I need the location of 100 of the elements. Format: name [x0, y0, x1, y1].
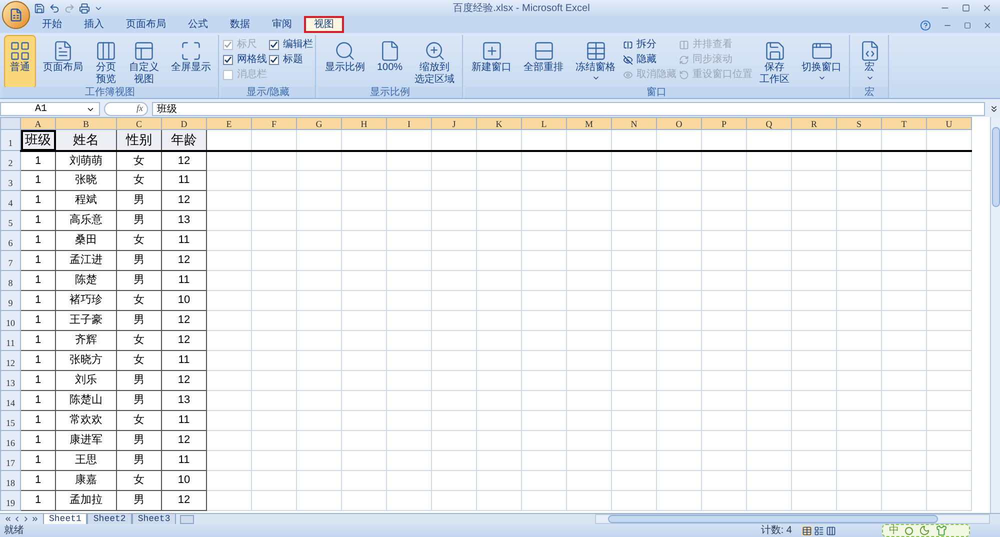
- ribbon-tab[interactable]: 开始: [32, 16, 72, 33]
- save-icon: [764, 40, 786, 62]
- checkbox[interactable]: [269, 55, 279, 65]
- first-sheet-icon[interactable]: [4, 515, 12, 523]
- row-header[interactable]: 4: [0, 190, 20, 210]
- table-cell: 桑田: [56, 230, 116, 250]
- ribbon-button[interactable]: 全屏显示: [166, 35, 216, 89]
- ribbon-button[interactable]: 保存 工作区: [754, 35, 795, 89]
- sheet-tab[interactable]: Sheet1: [43, 514, 88, 524]
- column-header[interactable]: I: [386, 118, 432, 130]
- sheet-tab[interactable]: Sheet3: [132, 514, 176, 524]
- column-header[interactable]: E: [206, 118, 252, 130]
- vertical-scrollbar[interactable]: [990, 117, 1000, 513]
- row-header[interactable]: 18: [0, 470, 20, 490]
- column-header[interactable]: J: [432, 118, 476, 130]
- ribbon-small-button[interactable]: 拆分: [622, 39, 677, 51]
- table-cell: 女: [116, 410, 162, 430]
- windows-icon: [810, 40, 833, 62]
- row-header[interactable]: 10: [0, 310, 20, 330]
- column-header[interactable]: P: [702, 118, 746, 130]
- moon-icon[interactable]: [919, 525, 930, 536]
- row-header[interactable]: 19: [0, 490, 20, 510]
- ribbon-button[interactable]: 新建窗口: [466, 35, 517, 89]
- column-header[interactable]: D: [162, 118, 206, 130]
- horizontal-scrollbar[interactable]: [595, 514, 990, 524]
- column-header[interactable]: S: [836, 118, 882, 130]
- column-header[interactable]: B: [56, 118, 116, 130]
- checkbox[interactable]: [269, 40, 279, 50]
- row-header[interactable]: 7: [0, 250, 20, 270]
- ribbon-tab[interactable]: 审阅: [262, 16, 302, 33]
- row-header[interactable]: 17: [0, 450, 20, 470]
- checkbox-option[interactable]: 网格线: [223, 54, 267, 66]
- column-header[interactable]: G: [296, 118, 342, 130]
- column-header[interactable]: K: [476, 118, 522, 130]
- row-header[interactable]: 16: [0, 430, 20, 450]
- ribbon-button[interactable]: 缩放到 选定区域: [410, 35, 460, 89]
- last-sheet-icon[interactable]: [31, 515, 39, 523]
- column-header[interactable]: A: [20, 118, 56, 130]
- column-header[interactable]: H: [342, 118, 386, 130]
- column-header[interactable]: T: [882, 118, 926, 130]
- print-preview-icon[interactable]: [79, 2, 90, 14]
- column-header[interactable]: C: [116, 118, 162, 130]
- column-header[interactable]: O: [656, 118, 702, 130]
- normal-view-icon[interactable]: [802, 526, 812, 536]
- next-sheet-icon[interactable]: [22, 515, 30, 523]
- save-icon[interactable]: [34, 2, 45, 14]
- office-button[interactable]: [2, 1, 30, 29]
- column-header[interactable]: M: [566, 118, 612, 130]
- table-cell: 女: [116, 230, 162, 250]
- ribbon-button[interactable]: 显示比例: [320, 35, 370, 89]
- previous-sheet-icon[interactable]: [13, 515, 21, 523]
- checkbox[interactable]: [223, 55, 233, 65]
- row-header[interactable]: 9: [0, 290, 20, 310]
- row-header[interactable]: 12: [0, 350, 20, 370]
- ribbon-small-button[interactable]: 隐藏: [622, 54, 677, 66]
- ribbon-tab[interactable]: 插入: [74, 16, 114, 33]
- row-header[interactable]: 14: [0, 390, 20, 410]
- ribbon-button[interactable]: 冻结窗格: [570, 35, 621, 89]
- column-header[interactable]: N: [612, 118, 656, 130]
- row-header[interactable]: 15: [0, 410, 20, 430]
- shirt-icon[interactable]: [936, 525, 947, 536]
- ribbon-tab[interactable]: 公式: [178, 16, 218, 33]
- undo-icon[interactable]: [49, 2, 60, 14]
- insert-function-button[interactable]: fx: [104, 102, 148, 116]
- restore-icon[interactable]: [964, 22, 971, 29]
- ribbon-button[interactable]: 全部重排: [518, 35, 569, 89]
- page-icon: [52, 40, 74, 62]
- expand-icon[interactable]: [989, 104, 999, 114]
- column-header[interactable]: U: [926, 118, 972, 130]
- help-icon[interactable]: [920, 20, 931, 31]
- column-header[interactable]: F: [252, 118, 296, 130]
- row-header[interactable]: 13: [0, 370, 20, 390]
- page-break-view-icon[interactable]: [826, 526, 836, 536]
- checkbox-option[interactable]: 标题: [269, 54, 313, 66]
- ribbon-tab[interactable]: 数据: [220, 16, 260, 33]
- restore-icon[interactable]: [962, 4, 970, 12]
- sheet-tab[interactable]: Sheet2: [87, 514, 132, 524]
- ribbon-button[interactable]: 页面布局: [38, 35, 88, 89]
- row-header[interactable]: 3: [0, 170, 20, 190]
- table-cell: 1: [20, 470, 56, 490]
- ribbon-button[interactable]: 切换窗口: [796, 35, 847, 89]
- column-header[interactable]: Q: [746, 118, 792, 130]
- row-header[interactable]: 2: [0, 150, 20, 170]
- close-icon[interactable]: [982, 3, 992, 13]
- close-icon[interactable]: [983, 21, 992, 30]
- column-header[interactable]: R: [792, 118, 836, 130]
- row-header[interactable]: 6: [0, 230, 20, 250]
- row-header[interactable]: 1: [0, 130, 20, 150]
- row-header[interactable]: 11: [0, 330, 20, 350]
- ribbon-button[interactable]: 普通: [4, 35, 36, 89]
- name-box[interactable]: A1: [0, 102, 100, 116]
- ribbon-tab[interactable]: 视图: [304, 16, 344, 33]
- checkbox-option[interactable]: 编辑栏: [269, 39, 313, 51]
- column-header[interactable]: L: [522, 118, 566, 130]
- punctuation-icon[interactable]: [905, 526, 913, 534]
- row-header[interactable]: 8: [0, 270, 20, 290]
- formula-field[interactable]: 班级: [152, 102, 985, 116]
- page-layout-view-icon[interactable]: [814, 526, 824, 536]
- ribbon-tab[interactable]: 页面布局: [116, 16, 176, 33]
- row-header[interactable]: 5: [0, 210, 20, 230]
